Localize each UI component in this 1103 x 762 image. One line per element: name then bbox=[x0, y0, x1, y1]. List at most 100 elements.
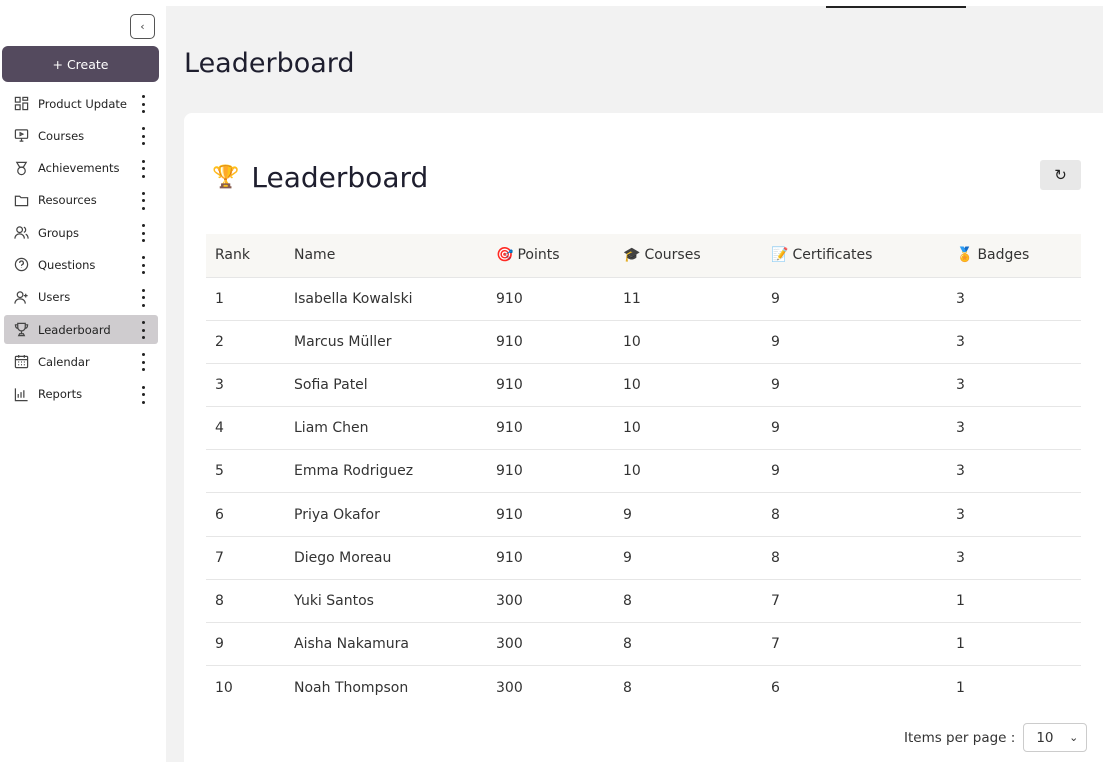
cell-courses: 10 bbox=[614, 406, 762, 451]
cell-certificates: 7 bbox=[762, 579, 947, 624]
sidebar-item-label: Calendar bbox=[38, 354, 90, 369]
cell-name: Marcus Müller bbox=[285, 320, 487, 364]
sidebar-item-label: Achievements bbox=[38, 161, 120, 176]
sidebar-item-label: Leaderboard bbox=[38, 322, 111, 337]
cell-certificates: 7 bbox=[762, 622, 947, 667]
points-icon: 🎯 bbox=[496, 247, 514, 264]
cell-points: 910 bbox=[487, 363, 614, 408]
more-options-icon[interactable] bbox=[140, 95, 146, 113]
cell-certificates: 9 bbox=[762, 363, 947, 408]
cell-rank: 3 bbox=[206, 363, 285, 408]
cell-courses: 9 bbox=[614, 492, 762, 537]
table-row: 8 Yuki Santos 300 8 7 1 bbox=[206, 579, 1081, 624]
more-options-icon[interactable] bbox=[140, 159, 146, 178]
calendar-icon bbox=[13, 354, 29, 370]
column-header-points: 🎯 Points bbox=[487, 234, 614, 278]
sidebar-item-groups[interactable]: Groups bbox=[4, 218, 158, 247]
cell-name: Isabella Kowalski bbox=[285, 277, 487, 321]
sidebar-item-label: Questions bbox=[38, 257, 96, 272]
user-plus-icon bbox=[13, 289, 29, 305]
cell-courses: 8 bbox=[614, 622, 762, 667]
cell-rank: 8 bbox=[206, 579, 285, 624]
more-options-icon[interactable] bbox=[140, 224, 146, 243]
table-body: 1 Isabella Kowalski 910 11 9 3 2 Marcus Müller 9… bbox=[206, 277, 1081, 709]
column-header-label: Courses bbox=[644, 247, 701, 264]
more-options-icon[interactable] bbox=[140, 321, 146, 340]
column-header-rank: Rank bbox=[206, 234, 285, 278]
cell-points: 910 bbox=[487, 277, 614, 321]
sidebar-item-reports[interactable]: Reports bbox=[4, 380, 158, 409]
cell-name: Diego Moreau bbox=[285, 536, 487, 580]
cell-rank: 4 bbox=[206, 406, 285, 451]
cell-certificates: 9 bbox=[762, 449, 947, 494]
sidebar: ‹ + Create Product Update Courses Achievem… bbox=[0, 0, 166, 762]
sidebar-item-label: Courses bbox=[38, 128, 85, 143]
sidebar-item-achievements[interactable]: Achievements bbox=[4, 154, 158, 183]
cell-badges: 3 bbox=[947, 492, 1081, 537]
sidebar-item-courses[interactable]: Courses bbox=[4, 121, 158, 150]
question-circle-icon bbox=[13, 257, 29, 273]
items-per-page-value: 10 bbox=[1036, 729, 1054, 746]
more-options-icon[interactable] bbox=[140, 385, 146, 404]
table-row: 7 Diego Moreau 910 9 8 3 bbox=[206, 536, 1081, 580]
cell-rank: 6 bbox=[206, 492, 285, 537]
column-header-badges: 🏅 Badges bbox=[947, 234, 1081, 278]
card-title: Leaderboard bbox=[251, 161, 429, 194]
cell-name: Sofia Patel bbox=[285, 363, 487, 408]
more-options-icon[interactable] bbox=[140, 191, 146, 210]
cell-points: 300 bbox=[487, 579, 614, 624]
create-button[interactable]: + Create bbox=[2, 46, 159, 82]
cell-courses: 10 bbox=[614, 320, 762, 364]
collapse-sidebar-button[interactable]: ‹ bbox=[130, 14, 155, 39]
sidebar-item-leaderboard[interactable]: Leaderboard bbox=[4, 315, 158, 345]
cell-name: Emma Rodriguez bbox=[285, 449, 487, 494]
cell-name: Liam Chen bbox=[285, 406, 487, 451]
cell-points: 910 bbox=[487, 536, 614, 580]
leaderboard-table: Rank Name 🎯 Points 🎓 Courses 📝 Certificates 🏅 Bad… bbox=[206, 234, 1081, 709]
more-options-icon[interactable] bbox=[140, 256, 146, 275]
column-header-name: Name bbox=[285, 234, 487, 278]
table-header-row: Rank Name 🎯 Points 🎓 Courses 📝 Certificates 🏅 Bad… bbox=[206, 234, 1081, 278]
sidebar-item-calendar[interactable]: Calendar bbox=[4, 347, 158, 376]
refresh-icon: ↻ bbox=[1054, 166, 1067, 184]
cell-rank: 5 bbox=[206, 449, 285, 494]
bar-chart-icon bbox=[13, 386, 29, 402]
cell-certificates: 9 bbox=[762, 406, 947, 451]
sidebar-item-label: Resources bbox=[38, 193, 97, 208]
sidebar-item-product-update[interactable]: Product Update bbox=[4, 89, 158, 118]
cell-points: 300 bbox=[487, 622, 614, 667]
cell-courses: 11 bbox=[614, 277, 762, 321]
sidebar-item-resources[interactable]: Resources bbox=[4, 186, 158, 215]
medal-icon bbox=[13, 160, 29, 176]
items-per-page-label: Items per page : bbox=[904, 729, 1016, 746]
more-options-icon[interactable] bbox=[140, 288, 146, 307]
cell-courses: 10 bbox=[614, 363, 762, 408]
table-row: 4 Liam Chen 910 10 9 3 bbox=[206, 406, 1081, 451]
sidebar-item-label: Product Update bbox=[38, 96, 127, 111]
table-row: 9 Aisha Nakamura 300 8 7 1 bbox=[206, 622, 1081, 667]
items-per-page-select[interactable]: 10 ⌄ bbox=[1023, 723, 1088, 752]
table-row: 2 Marcus Müller 910 10 9 3 bbox=[206, 320, 1081, 364]
cell-courses: 9 bbox=[614, 536, 762, 580]
more-options-icon[interactable] bbox=[140, 127, 146, 146]
sidebar-item-questions[interactable]: Questions bbox=[4, 250, 158, 279]
table-row: 10 Noah Thompson 300 8 6 1 bbox=[206, 666, 1081, 709]
pagination: Items per page : 10 ⌄ bbox=[904, 723, 1088, 752]
cell-rank: 1 bbox=[206, 277, 285, 321]
sidebar-nav: Product Update Courses Achievements Resourc… bbox=[4, 89, 158, 412]
sidebar-item-users[interactable]: Users bbox=[4, 283, 158, 312]
cell-points: 910 bbox=[487, 406, 614, 451]
cell-points: 910 bbox=[487, 492, 614, 537]
cell-badges: 3 bbox=[947, 277, 1081, 321]
badges-icon: 🏅 bbox=[956, 247, 974, 264]
column-header-certificates: 📝 Certificates bbox=[762, 234, 947, 278]
users-group-icon bbox=[13, 225, 29, 241]
chevron-down-icon: ⌄ bbox=[1069, 731, 1079, 744]
table-row: 6 Priya Okafor 910 9 8 3 bbox=[206, 492, 1081, 537]
refresh-button[interactable]: ↻ bbox=[1040, 160, 1081, 190]
cell-certificates: 9 bbox=[762, 277, 947, 321]
cell-courses: 8 bbox=[614, 579, 762, 624]
more-options-icon[interactable] bbox=[140, 353, 146, 372]
cell-name: Priya Okafor bbox=[285, 492, 487, 537]
column-header-courses: 🎓 Courses bbox=[614, 234, 762, 278]
